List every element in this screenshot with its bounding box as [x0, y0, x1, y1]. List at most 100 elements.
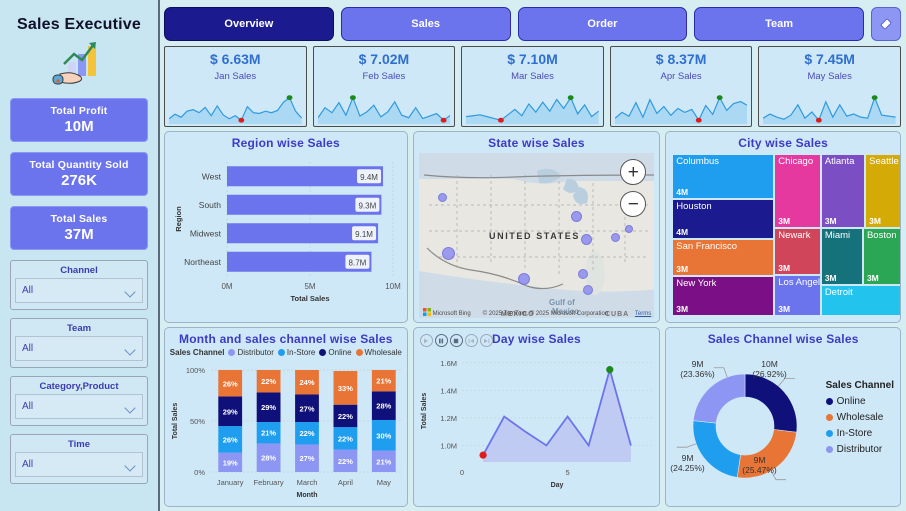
legend-item-wholesale[interactable]: Wholesale [356, 348, 402, 357]
slicer-dropdown-team[interactable]: All [15, 336, 143, 361]
treemap-cell[interactable]: San Francisco3M [672, 239, 774, 276]
svg-text:9.1M: 9.1M [355, 230, 373, 239]
map-terms-link[interactable]: Terms [635, 311, 651, 317]
svg-text:1.6M: 1.6M [440, 359, 457, 368]
svg-text:March: March [297, 478, 318, 487]
svg-text:27%: 27% [299, 454, 314, 463]
map-bubble[interactable] [571, 211, 582, 222]
map-bubble[interactable] [442, 247, 455, 260]
legend-item-online[interactable]: Online [319, 348, 351, 357]
kpi-card-feb-sales[interactable]: $ 7.02M Feb Sales [313, 46, 456, 127]
treemap-cell[interactable]: Seattle3M [865, 154, 901, 228]
panel-title: Month and sales channel wise Sales [165, 328, 407, 346]
month-channel-stacked-bar-chart[interactable]: 0%50%100%19%26%29%26%January28%21%29%22%… [165, 364, 408, 504]
treemap-cell[interactable]: Newark3M [774, 228, 821, 275]
kpi-card-jan-sales[interactable]: $ 6.63M Jan Sales [164, 46, 307, 127]
tab-sales[interactable]: Sales [341, 7, 511, 41]
legend-item-online[interactable]: Online [826, 396, 894, 407]
region-bar-chart[interactable]: 0M5M10MWest9.4MSouth9.3MMidwest9.1MNorth… [165, 150, 408, 320]
treemap-cell-value: 4M [676, 187, 688, 197]
slicer-channel[interactable]: Channel All [10, 260, 148, 310]
treemap-cell[interactable]: Miami3M [821, 228, 863, 285]
treemap-cell[interactable]: Los Angeles3M [774, 275, 821, 316]
panel-region-wise-sales[interactable]: Region wise Sales 0M5M10MWest9.4MSouth9.… [164, 131, 408, 323]
panel-city-wise-sales[interactable]: City wise Sales Columbus4MHouston4MSan F… [665, 131, 901, 323]
legend-swatch [826, 398, 833, 405]
slicer-time[interactable]: Time All [10, 434, 148, 484]
treemap-cell[interactable]: Columbus4M [672, 154, 774, 199]
svg-text:29%: 29% [261, 403, 276, 412]
svg-text:33%: 33% [338, 384, 353, 393]
slicer-title: Category,Product [15, 380, 143, 394]
map-bubble[interactable] [583, 285, 593, 295]
panel-state-wise-sales[interactable]: State wise Sales [413, 131, 661, 323]
map-bubble[interactable] [438, 193, 447, 202]
kpi-card-mar-sales[interactable]: $ 7.10M Mar Sales [461, 46, 604, 127]
treemap-cell-label: Boston [867, 230, 897, 241]
kpi-card-total-profit[interactable]: Total Profit 10M [10, 98, 148, 142]
city-treemap[interactable]: Columbus4MHouston4MSan Francisco3MNew Yo… [672, 154, 894, 316]
svg-text:January: January [217, 478, 244, 487]
map-bubble[interactable] [518, 273, 530, 285]
donut-callout-wholesale: 9M (25.47%) [742, 456, 777, 476]
treemap-cell[interactable]: New York3M [672, 276, 774, 316]
kpi-value: $ 7.10M [507, 51, 558, 67]
play-icon [423, 338, 429, 344]
treemap-cell[interactable]: Houston4M [672, 199, 774, 239]
legend-item-in-store[interactable]: In-Store [278, 348, 315, 357]
chevron-down-icon [126, 288, 136, 294]
tab-team[interactable]: Team [694, 7, 864, 41]
stacked-legend: Sales Channel Distributor In-Store Onlin… [165, 348, 407, 357]
slicer-value: All [22, 343, 33, 354]
kpi-card-may-sales[interactable]: $ 7.45M May Sales [758, 46, 901, 127]
map-bubble[interactable] [581, 234, 592, 245]
svg-text:29%: 29% [223, 407, 238, 416]
map-bubble[interactable] [611, 233, 620, 242]
kpi-card-total-sales[interactable]: Total Sales 37M [10, 206, 148, 250]
map-bubble[interactable] [625, 225, 633, 233]
panel-month-channel-sales[interactable]: Month and sales channel wise Sales Sales… [164, 327, 408, 507]
slicer-dropdown-time[interactable]: All [15, 452, 143, 477]
kpi-card-total-quantity-sold[interactable]: Total Quantity Sold 276K [10, 152, 148, 196]
treemap-cell-value: 3M [825, 216, 837, 226]
day-area-chart[interactable]: 1.0M1.2M1.4M1.6M05DayTotal Sales [414, 346, 661, 506]
slicer-team[interactable]: Team All [10, 318, 148, 368]
legend-label: Distributor [237, 348, 273, 357]
svg-text:West: West [202, 171, 222, 181]
slicer-dropdown-channel[interactable]: All [15, 278, 143, 303]
treemap-cell-value: 3M [778, 216, 790, 226]
legend-item-in-store[interactable]: In-Store [826, 428, 894, 439]
kpi-label: Apr Sales [660, 71, 701, 82]
treemap-cell[interactable]: Chicago3M [774, 154, 821, 228]
tab-order[interactable]: Order [518, 7, 688, 41]
panel-channel-wise-sales[interactable]: Sales Channel wise Sales Sales Channel O… [665, 327, 901, 507]
svg-text:Northeast: Northeast [184, 257, 221, 267]
svg-text:5: 5 [565, 468, 569, 477]
slicer-category-product[interactable]: Category,Product All [10, 376, 148, 426]
svg-text:May: May [377, 478, 391, 487]
treemap-cell[interactable]: Boston 3M [863, 228, 901, 285]
slicer-dropdown-category-product[interactable]: All [15, 394, 143, 419]
panel-day-wise-sales[interactable]: Day wise Sales 1.0M1.2M1.4M1.6M05DayTota… [413, 327, 661, 507]
treemap-cell-value: 3M [867, 273, 879, 283]
map-canvas[interactable]: UNITED STATES Gulf of Mexico MEXICO CUBA [419, 153, 655, 318]
kpi-value: $ 7.45M [804, 51, 855, 67]
svg-text:Total Sales: Total Sales [172, 403, 179, 440]
legend-item-wholesale[interactable]: Wholesale [826, 412, 894, 423]
treemap-cell-label: Atlanta [825, 156, 855, 167]
treemap-cell[interactable]: Atlanta 3M [821, 154, 865, 228]
svg-text:Gulf of: Gulf of [549, 298, 575, 307]
tab-overview[interactable]: Overview [164, 7, 334, 41]
kpi-card-apr-sales[interactable]: $ 8.37M Apr Sales [610, 46, 753, 127]
slicer-value: All [22, 459, 33, 470]
svg-text:26%: 26% [223, 379, 238, 388]
kpi-value: 10M [64, 118, 93, 135]
clear-filters-button[interactable] [871, 7, 901, 41]
treemap-cell[interactable]: Detroit [821, 285, 901, 316]
legend-item-distributor[interactable]: Distributor [228, 348, 273, 357]
svg-text:28%: 28% [261, 454, 276, 463]
panel-title: Region wise Sales [165, 132, 407, 150]
legend-item-distributor[interactable]: Distributor [826, 444, 894, 455]
slicer-title: Time [15, 438, 143, 452]
map-bubble[interactable] [578, 269, 588, 279]
